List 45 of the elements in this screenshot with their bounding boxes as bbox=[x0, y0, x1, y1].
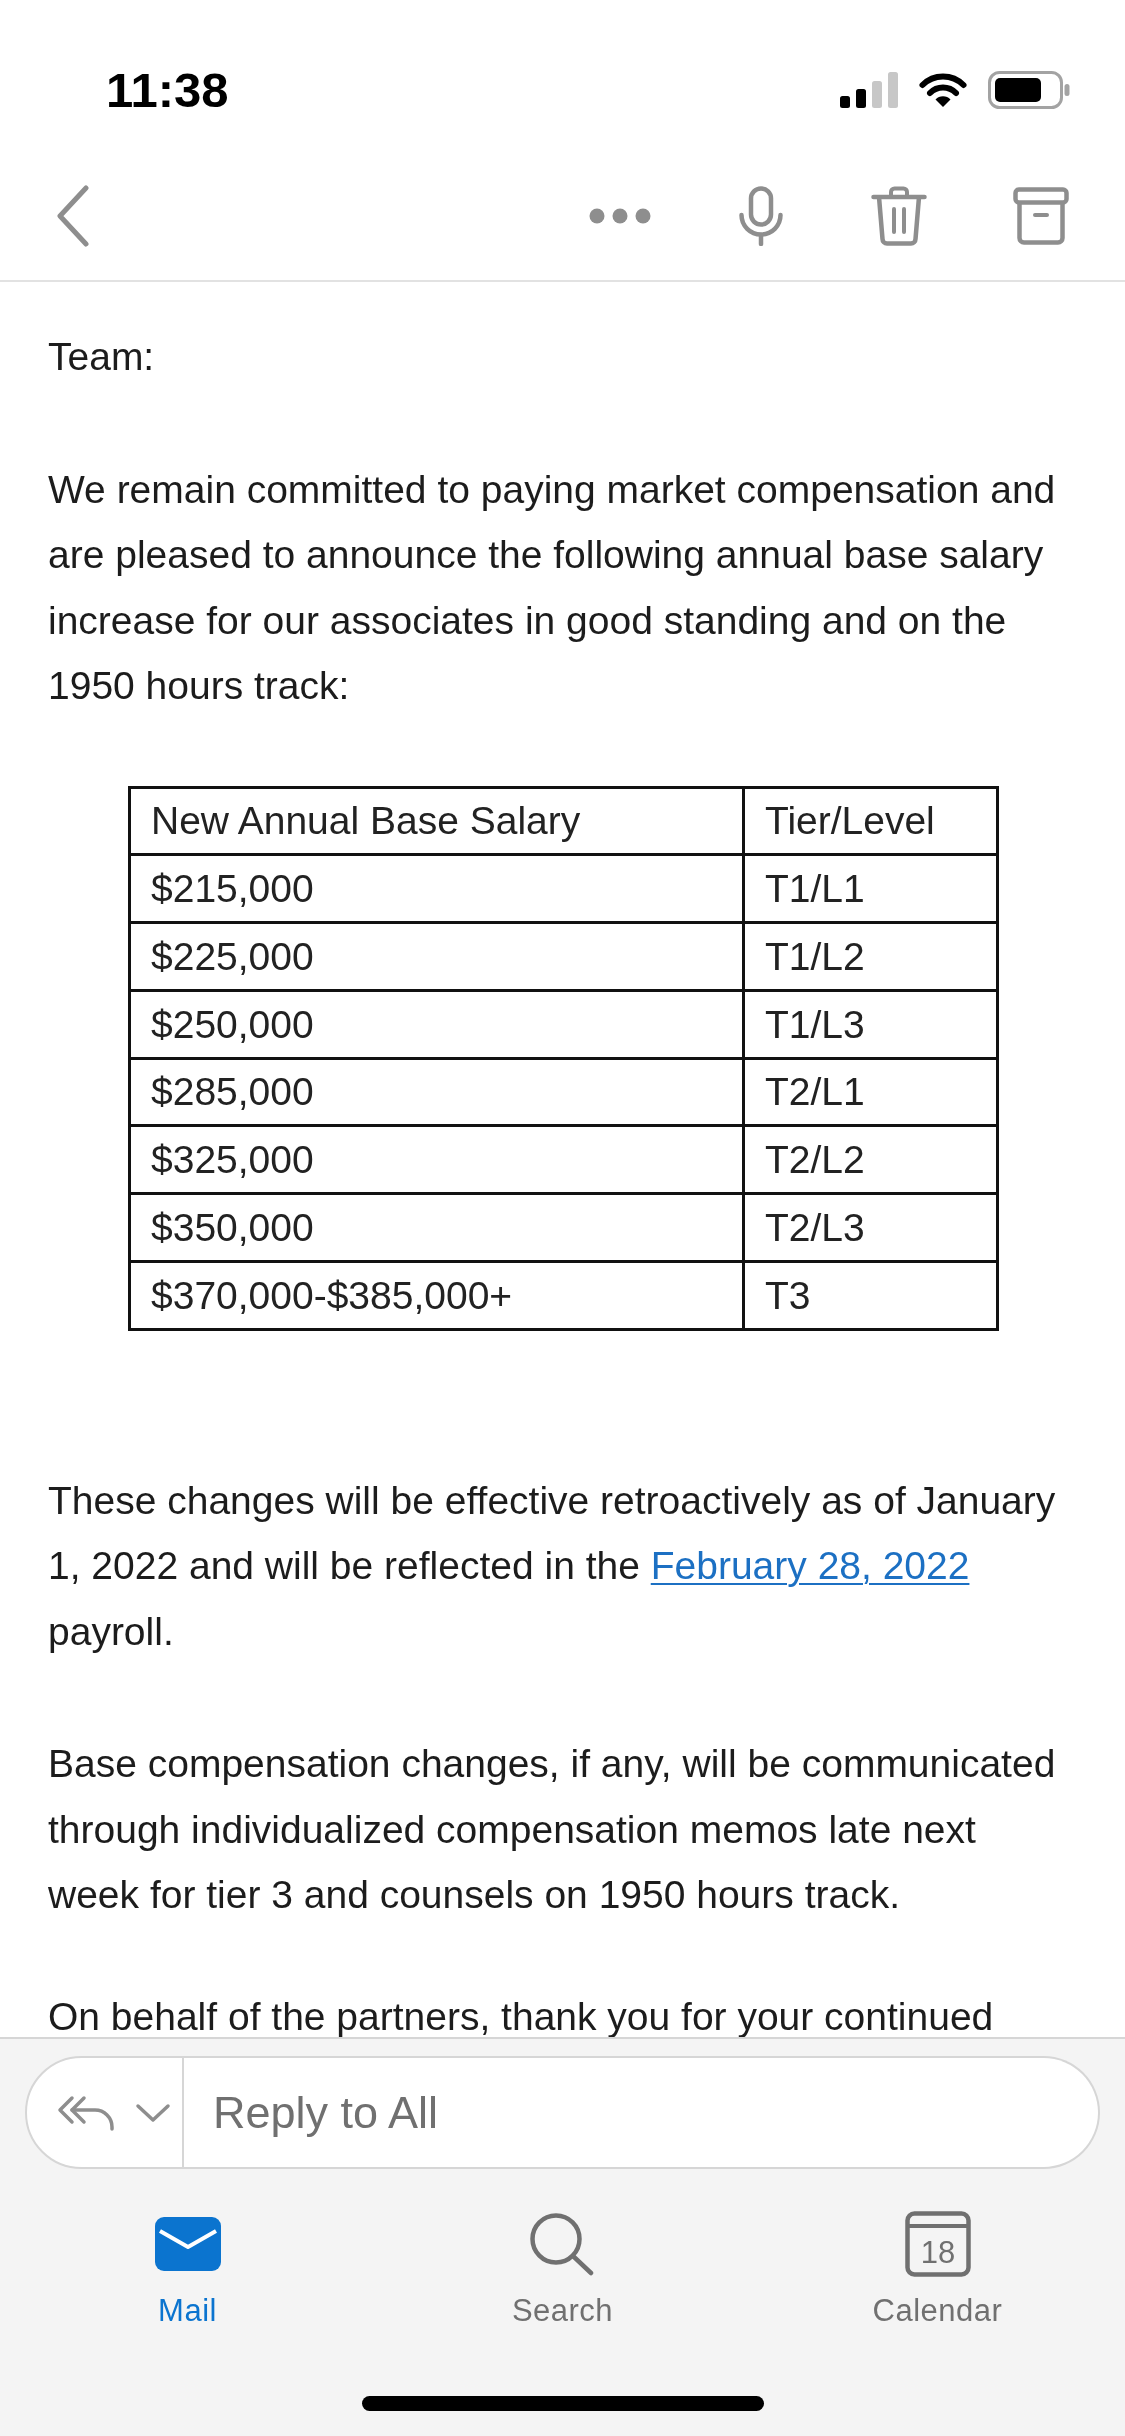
chevron-down-icon bbox=[135, 2102, 171, 2123]
date-link[interactable]: February 28, 2022 bbox=[650, 1544, 970, 1587]
reply-field[interactable]: Reply to All bbox=[184, 2056, 1100, 2169]
table-cell: $325,000 bbox=[129, 1125, 744, 1194]
table-cell: T3 bbox=[743, 1261, 998, 1329]
table-cell: $250,000 bbox=[129, 990, 744, 1058]
calendar-icon: 18 bbox=[904, 2211, 971, 2277]
more-button[interactable] bbox=[589, 208, 651, 224]
table-cell: T1/L3 bbox=[743, 990, 998, 1058]
table-cell: $370,000-$385,000+ bbox=[129, 1261, 744, 1329]
envelope-icon bbox=[154, 2217, 221, 2271]
trash-icon bbox=[871, 186, 927, 246]
message-paragraph: These changes will be effective retroactively as of January 1, 2022 and will be reflected in the February 28, 2022 payroll. bbox=[48, 1477, 1057, 1655]
ellipsis-icon bbox=[589, 208, 651, 224]
search-tab[interactable]: Search bbox=[511, 2211, 614, 2331]
archive-box-icon bbox=[1013, 187, 1069, 245]
signal-icon bbox=[840, 72, 898, 108]
status-time: 11:38 bbox=[106, 64, 229, 116]
reply-options-button[interactable] bbox=[25, 2056, 184, 2169]
message-paragraph: Team: bbox=[48, 334, 156, 380]
microphone-icon bbox=[737, 186, 785, 246]
chevron-left-icon bbox=[56, 185, 90, 247]
message-paragraph: We remain committed to paying market compensation and are pleased to announce the following annual base salary increase for our associates in good standing and on the 1950 hours track: bbox=[48, 466, 1057, 709]
table-cell: $350,000 bbox=[129, 1193, 744, 1262]
table-cell: T1/L2 bbox=[743, 922, 998, 991]
table-cell: T2/L3 bbox=[743, 1193, 998, 1262]
table-cell: $285,000 bbox=[129, 1058, 744, 1126]
table-header-cell: Tier/Level bbox=[743, 787, 998, 855]
archive-button[interactable] bbox=[1013, 187, 1069, 245]
back-button[interactable] bbox=[56, 185, 90, 247]
delete-button[interactable] bbox=[871, 186, 927, 246]
table-header-cell: New Annual Base Salary bbox=[129, 787, 744, 855]
mail-tab[interactable]: Mail bbox=[154, 2211, 221, 2331]
microphone-button[interactable] bbox=[737, 186, 785, 246]
search-icon bbox=[529, 2212, 596, 2276]
table-cell: $225,000 bbox=[129, 922, 744, 991]
battery-icon bbox=[988, 71, 1070, 109]
reply-all-icon bbox=[57, 2094, 115, 2131]
wifi-icon bbox=[918, 72, 968, 108]
table-cell: $215,000 bbox=[129, 854, 744, 923]
calendar-tab[interactable]: 18 Calendar bbox=[872, 2211, 1003, 2331]
table-cell: T2/L2 bbox=[743, 1125, 998, 1194]
message-paragraph: Base compensation changes, if any, will be communicated through individualized compensation memos late next week for tier 3 and counsels on 1950 hours track. bbox=[48, 1741, 1057, 1918]
table-cell: T1/L1 bbox=[743, 854, 998, 923]
table-cell: T2/L1 bbox=[743, 1058, 998, 1126]
